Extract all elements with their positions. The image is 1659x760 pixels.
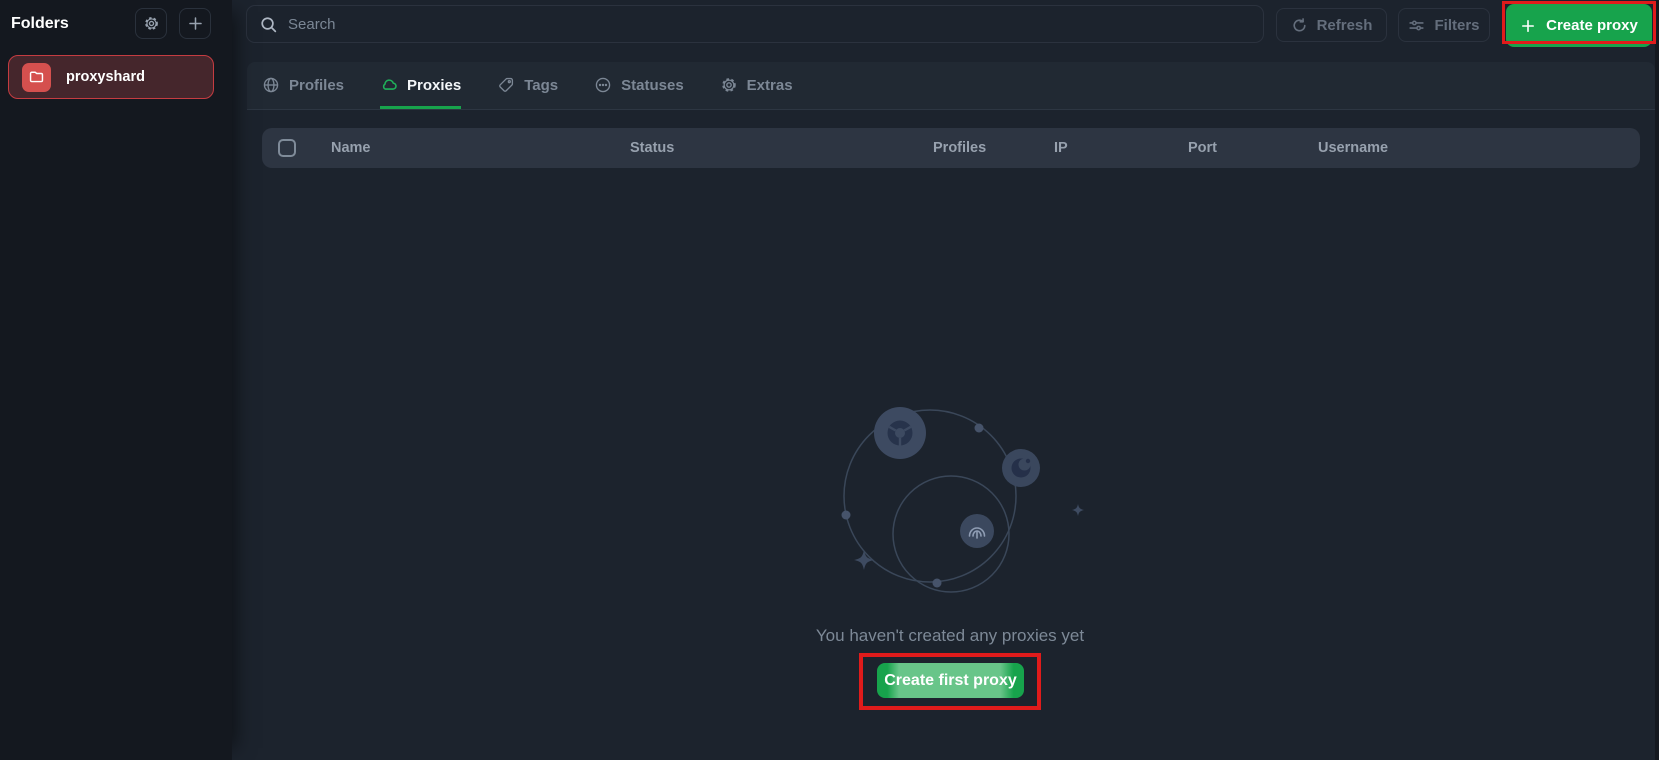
plus-icon — [187, 15, 204, 32]
globe-icon — [262, 76, 280, 94]
tab-label: Statuses — [621, 77, 684, 94]
column-header-name: Name — [331, 140, 630, 156]
sparkle-icon-small — [1072, 504, 1084, 516]
refresh-button[interactable]: Refresh — [1276, 8, 1387, 42]
create-first-proxy-button[interactable]: Create first proxy — [877, 663, 1024, 698]
column-header-username: Username — [1318, 140, 1640, 156]
create-proxy-label: Create proxy — [1546, 17, 1638, 34]
folder-name: proxyshard — [66, 69, 145, 85]
tag-icon — [497, 76, 515, 94]
column-header-ip: IP — [1054, 140, 1188, 156]
circle-ellipsis-icon — [594, 76, 612, 94]
column-header-profiles: Profiles — [933, 140, 1054, 156]
window-right-edge — [1655, 0, 1659, 760]
fingerprint-icon — [960, 514, 994, 548]
tabbar: Profiles Proxies Tags — [247, 62, 1655, 110]
filters-button[interactable]: Filters — [1398, 8, 1490, 42]
chrome-icon — [874, 407, 926, 459]
folder-item-proxyshard[interactable]: proxyshard — [8, 55, 214, 99]
refresh-label: Refresh — [1317, 17, 1373, 34]
tab-tags[interactable]: Tags — [497, 62, 558, 109]
folders-sidebar: Folders proxyshard — [0, 0, 232, 760]
tab-label: Proxies — [407, 77, 461, 94]
create-proxy-wrap: Create proxy — [1506, 4, 1652, 47]
search-icon — [259, 15, 278, 34]
search-input[interactable] — [288, 16, 1251, 33]
empty-state-message: You haven't created any proxies yet — [650, 626, 1250, 646]
tab-label: Tags — [524, 77, 558, 94]
refresh-icon — [1291, 17, 1308, 34]
sidebar-title: Folders — [11, 15, 123, 33]
column-header-status: Status — [630, 140, 933, 156]
tab-proxies[interactable]: Proxies — [380, 62, 461, 109]
filters-label: Filters — [1434, 17, 1479, 34]
filters-icon — [1408, 17, 1425, 34]
create-proxy-button[interactable]: Create proxy — [1506, 4, 1652, 47]
firefox-icon — [1002, 449, 1040, 487]
search-box[interactable] — [246, 5, 1264, 43]
select-all-checkbox[interactable] — [278, 139, 296, 157]
gear-icon — [143, 15, 160, 32]
cloud-icon — [380, 76, 398, 94]
empty-state-illustration — [810, 368, 1110, 612]
create-first-proxy-wrap: Create first proxy — [877, 663, 1024, 698]
folder-settings-button[interactable] — [135, 8, 167, 39]
column-header-port: Port — [1188, 140, 1318, 156]
plus-icon — [1520, 18, 1536, 34]
proxies-table-header: Name Status Profiles IP Port Username — [262, 128, 1640, 168]
tab-profiles[interactable]: Profiles — [262, 62, 344, 109]
tab-extras[interactable]: Extras — [720, 62, 793, 109]
tab-statuses[interactable]: Statuses — [594, 62, 684, 109]
folder-icon — [22, 63, 51, 92]
tab-label: Profiles — [289, 77, 344, 94]
tab-label: Extras — [747, 77, 793, 94]
add-folder-button[interactable] — [179, 8, 211, 39]
sparkle-icon — [854, 550, 874, 570]
sidebar-header: Folders — [0, 0, 232, 39]
main-area: Refresh Filters Create proxy — [232, 0, 1659, 760]
gear-icon — [720, 76, 738, 94]
